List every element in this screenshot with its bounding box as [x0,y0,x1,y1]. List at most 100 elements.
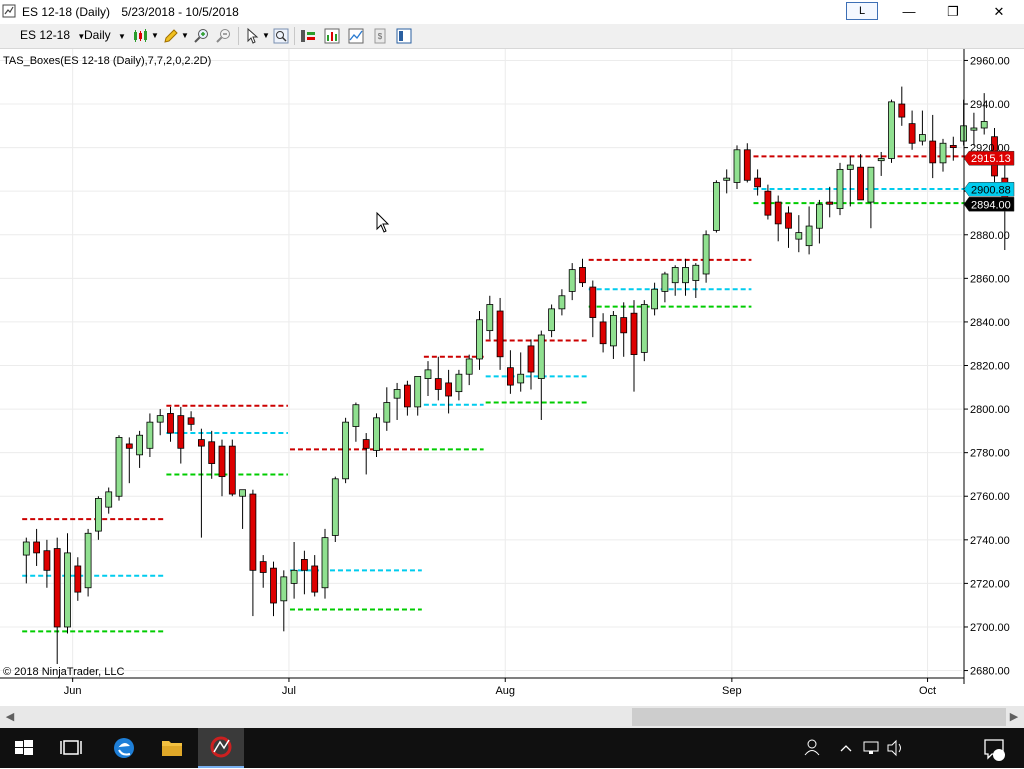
notifications-icon[interactable] [980,728,1008,768]
month-label: Jul [282,685,296,697]
candle-body [620,317,628,334]
chevron-down-icon[interactable]: ▼ [181,31,189,40]
candle-body [496,310,504,358]
candle-body [218,445,226,478]
candle-body [506,367,514,386]
scroll-left-arrow-icon[interactable]: ◀ [2,708,18,726]
zoom-in-icon[interactable] [192,27,210,45]
candle-body [197,439,205,447]
candle-body [537,334,545,379]
candle-body [723,177,731,181]
indicator-label[interactable]: TAS_Boxes(ES 12-18 (Daily),7,7,2,0,2.2D) [3,55,211,67]
maximize-button[interactable]: ❐ [930,0,976,24]
candle-body [785,212,792,229]
link-button[interactable]: L [846,2,878,20]
properties-icon[interactable]: $ [371,27,389,45]
candle [342,417,350,484]
candle-body [393,389,401,399]
strategies-icon[interactable] [347,27,365,45]
candle-body [33,541,40,554]
candle-body [187,417,195,425]
candle-body [125,443,133,449]
chevron-down-icon[interactable]: ▼ [262,31,270,40]
trade-icon[interactable] [299,27,317,45]
cursor-icon[interactable] [244,27,262,45]
candle-body [259,561,267,573]
copyright-label: © 2018 NinjaTrader, LLC [3,666,125,678]
price-marker-label: 2900.88 [971,184,1011,196]
windows-start-icon[interactable] [12,728,36,768]
title-bar: ES 12-18 (Daily) 5/23/2018 - 10/5/2018 L… [0,0,1024,24]
minimize-button[interactable]: — [886,0,932,24]
candle-body [290,569,298,584]
chart-panel[interactable]: 2960.002940.002920.002900.002880.002860.… [0,49,1024,706]
candle-body [239,489,247,497]
candle-body [558,295,566,310]
candle-body [403,384,411,408]
candle-body [795,232,803,240]
network-icon[interactable] [862,728,880,768]
candle-body [579,267,586,284]
candle-body [95,498,102,532]
candle-body [774,201,782,225]
indicators-icon[interactable] [323,27,341,45]
people-icon[interactable] [800,728,824,768]
candle-body [373,417,380,451]
candle-body [702,234,710,275]
window-title: ES 12-18 (Daily) 5/23/2018 - 10/5/2018 [22,5,247,19]
price-tick-label: 2960.00 [970,55,1010,67]
candle [84,528,92,597]
chart-toolbar: ES 12-18 ▼ Daily ▼ ▼ ▼ ▼ $ [0,24,1024,49]
interval-selector[interactable]: Daily ▼ [84,28,126,42]
candle-body [877,158,885,162]
candle-body [424,369,432,379]
candle-body [527,345,535,373]
candle-body [682,267,689,284]
candle-body [898,103,906,118]
scroll-right-arrow-icon[interactable]: ▶ [1006,708,1022,726]
candle [733,145,741,190]
zoom-out-icon[interactable] [214,27,232,45]
candle-body [53,548,61,628]
candle-body [465,358,473,375]
candle-body [115,437,123,497]
instrument-selector[interactable]: ES 12-18 ▼ [20,28,85,42]
candle-body [362,439,370,449]
task-view-icon[interactable] [58,728,84,768]
candle-body [610,314,617,347]
candle-body [970,127,978,131]
pencil-drawing-icon[interactable] [162,27,180,45]
candle-body [321,537,329,589]
candle [640,300,648,362]
data-box-icon[interactable] [395,27,413,45]
horizontal-scrollbar[interactable]: ◀ ▶ [0,706,1024,728]
search-icon[interactable] [272,27,290,45]
candle-body [74,565,82,593]
price-tick-label: 2820.00 [970,361,1010,373]
close-button[interactable]: ✕ [976,0,1022,24]
candle-body [980,121,988,129]
candle-body [22,541,30,556]
candle [713,180,720,233]
candle-body [270,567,277,604]
price-marker-label: 2915.13 [971,153,1011,165]
file-explorer-icon[interactable] [158,728,186,768]
candle-body [949,145,957,149]
chevron-down-icon[interactable]: ▼ [151,31,159,40]
price-marker: 2900.88 [963,182,1015,197]
ninjatrader-icon [210,736,232,758]
chevron-up-icon[interactable] [838,728,854,768]
month-label: Jun [64,685,82,697]
candle-body [816,203,823,229]
scroll-thumb[interactable] [632,708,1006,726]
volume-icon[interactable] [885,728,905,768]
title-instrument: ES 12-18 (Daily) [22,5,111,19]
candle [228,439,236,497]
ninjatrader-taskbar-button[interactable] [198,728,244,768]
price-chart[interactable]: 2960.002940.002920.002900.002880.002860.… [0,49,1024,706]
month-label: Aug [495,685,515,697]
candle-body [167,413,174,434]
edge-browser-icon[interactable] [110,728,138,768]
price-marker: 2915.13 [963,150,1015,166]
chart-style-icon[interactable] [132,27,150,45]
